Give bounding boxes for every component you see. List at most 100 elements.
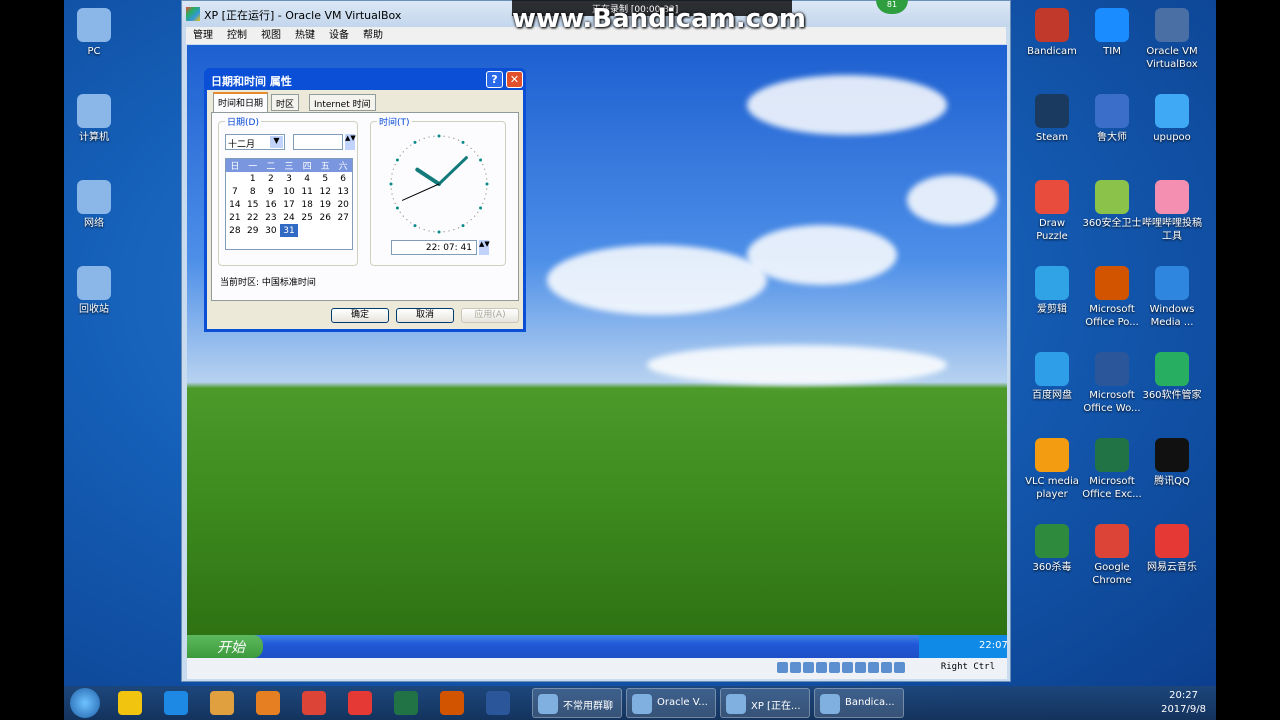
desktop-icon[interactable]: TIM [1082, 8, 1142, 58]
calendar-day[interactable]: 16 [262, 198, 280, 211]
device-status-icon[interactable] [777, 662, 788, 673]
calendar-day[interactable]: 7 [226, 185, 244, 198]
desktop-icon[interactable]: Windows Media ... [1142, 266, 1202, 329]
device-status-icon[interactable] [855, 662, 866, 673]
calendar-day[interactable]: 21 [226, 211, 244, 224]
calendar-day[interactable]: 18 [298, 198, 316, 211]
calendar-day[interactable]: 17 [280, 198, 298, 211]
pinned-app-icon[interactable] [486, 691, 510, 715]
tab-internet-time[interactable]: Internet 时间 [309, 94, 376, 111]
calendar-day[interactable]: 27 [334, 211, 352, 224]
device-status-icon[interactable] [790, 662, 801, 673]
menu-item[interactable]: 设备 [329, 30, 349, 41]
calendar-day[interactable]: 4 [298, 172, 316, 185]
calendar-day[interactable]: 30 [262, 224, 280, 237]
calendar-day[interactable]: 15 [244, 198, 262, 211]
calendar-day[interactable]: 12 [316, 185, 334, 198]
calendar-day[interactable]: 25 [298, 211, 316, 224]
desktop-icon[interactable]: Microsoft Office Exc... [1082, 438, 1142, 501]
clock[interactable]: 20:27 2017/9/8 [1161, 689, 1206, 717]
calendar-day[interactable]: 1 [244, 172, 262, 185]
month-select[interactable]: 十二月 ▼ [225, 134, 285, 150]
menu-item[interactable]: 热键 [295, 30, 315, 41]
close-button[interactable]: ✕ [506, 71, 523, 88]
desktop-icon[interactable]: 网易云音乐 [1142, 524, 1202, 574]
pinned-app-icon[interactable] [210, 691, 234, 715]
desktop-icon[interactable]: Steam [1022, 94, 1082, 144]
desktop-icon[interactable]: VLC media player [1022, 438, 1082, 501]
calendar-day[interactable]: 23 [262, 211, 280, 224]
calendar-day[interactable]: 5 [316, 172, 334, 185]
year-input[interactable] [293, 134, 343, 150]
calendar-day[interactable]: 9 [262, 185, 280, 198]
device-status-icon[interactable] [829, 662, 840, 673]
tab-date-time[interactable]: 时间和日期 [213, 92, 269, 112]
calendar-day[interactable]: 28 [226, 224, 244, 237]
taskbar-window-button[interactable]: Oracle V... [626, 688, 716, 718]
device-status-icon[interactable] [816, 662, 827, 673]
calendar-day-selected[interactable]: 31 [279, 224, 299, 237]
menu-item[interactable]: 帮助 [363, 30, 383, 41]
pinned-app-icon[interactable] [440, 691, 464, 715]
pinned-app-icon[interactable] [302, 691, 326, 715]
pinned-app-icon[interactable] [256, 691, 280, 715]
start-button[interactable]: 开始 [187, 635, 263, 658]
calendar-day[interactable]: 10 [280, 185, 298, 198]
help-button[interactable]: ? [486, 71, 503, 88]
pinned-app-icon[interactable] [348, 691, 372, 715]
desktop-icon[interactable]: 爱剪辑 [1022, 266, 1082, 316]
desktop-icon[interactable]: 腾讯QQ [1142, 438, 1202, 488]
pinned-app-icon[interactable] [394, 691, 418, 715]
time-input[interactable]: 22: 07: 41 [391, 240, 477, 255]
taskbar-window-button[interactable]: Bandica... [814, 688, 904, 718]
calendar-day[interactable]: 19 [316, 198, 334, 211]
desktop-icon[interactable]: 回收站 [64, 266, 124, 316]
calendar-day[interactable]: 13 [334, 185, 352, 198]
year-spinner[interactable]: ▲▼ [345, 134, 356, 150]
desktop-icon[interactable]: 哔哩哔哩投稿工具 [1142, 180, 1202, 243]
calendar-day[interactable]: 2 [262, 172, 280, 185]
apply-button[interactable]: 应用(A) [461, 308, 519, 323]
desktop-icon[interactable]: Draw Puzzle [1022, 180, 1082, 243]
desktop-icon[interactable]: PC [64, 8, 124, 58]
calendar-day[interactable]: 3 [280, 172, 298, 185]
desktop-icon[interactable]: Microsoft Office Po... [1082, 266, 1142, 329]
desktop-icon[interactable]: 计算机 [64, 94, 124, 144]
desktop-icon[interactable]: 360软件管家 [1142, 352, 1202, 402]
menu-item[interactable]: 视图 [261, 30, 281, 41]
taskbar-window-button[interactable]: XP [正在... [720, 688, 810, 718]
calendar-day[interactable]: 14 [226, 198, 244, 211]
device-status-icon[interactable] [868, 662, 879, 673]
desktop-icon[interactable]: Microsoft Office Wo... [1082, 352, 1142, 415]
calendar-day[interactable]: 24 [280, 211, 298, 224]
cancel-button[interactable]: 取消 [396, 308, 454, 323]
calendar-day[interactable]: 29 [244, 224, 262, 237]
calendar-day[interactable]: 20 [334, 198, 352, 211]
pinned-app-icon[interactable] [164, 691, 188, 715]
taskbar-window-button[interactable]: 不常用群聊 [532, 688, 622, 718]
calendar-day[interactable]: 8 [244, 185, 262, 198]
desktop-icon[interactable]: 百度网盘 [1022, 352, 1082, 402]
ok-button[interactable]: 确定 [331, 308, 389, 323]
device-status-icon[interactable] [881, 662, 892, 673]
calendar-day[interactable]: 22 [244, 211, 262, 224]
calendar-day[interactable]: 26 [316, 211, 334, 224]
pinned-app-icon[interactable] [118, 691, 142, 715]
tab-timezone[interactable]: 时区 [271, 94, 300, 111]
desktop-icon[interactable]: upupoo [1142, 94, 1202, 144]
calendar-day[interactable]: 11 [298, 185, 316, 198]
desktop-icon[interactable]: 360杀毒 [1022, 524, 1082, 574]
desktop-icon[interactable]: Bandicam [1022, 8, 1082, 58]
time-spinner[interactable]: ▲▼ [479, 240, 490, 255]
device-status-icon[interactable] [803, 662, 814, 673]
device-status-icon[interactable] [842, 662, 853, 673]
calendar-day[interactable]: 6 [334, 172, 352, 185]
start-orb[interactable] [70, 688, 100, 718]
menu-item[interactable]: 控制 [227, 30, 247, 41]
desktop-icon[interactable]: 鲁大师 [1082, 94, 1142, 144]
device-status-icon[interactable] [894, 662, 905, 673]
desktop-icon[interactable]: Google Chrome [1082, 524, 1142, 587]
desktop-icon[interactable]: 网络 [64, 180, 124, 230]
menu-item[interactable]: 管理 [193, 30, 213, 41]
desktop-icon[interactable]: Oracle VM VirtualBox [1142, 8, 1202, 71]
